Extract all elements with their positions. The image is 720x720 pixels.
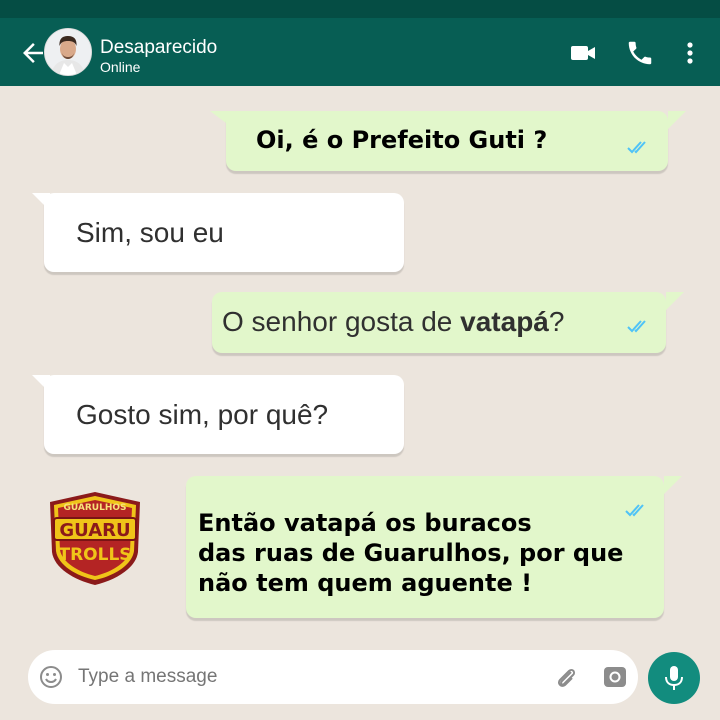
logo-bottom-text: TROLLS <box>58 545 131 565</box>
double-check-read-icon <box>627 320 646 333</box>
double-check-read-icon <box>627 141 646 154</box>
message-text-part: O senhor gosta de <box>222 306 461 337</box>
message-text: Então vatapá os buracos das ruas de Guar… <box>198 508 623 598</box>
avatar[interactable] <box>44 28 92 76</box>
message-text: Gosto sim, por quê? <box>76 399 329 430</box>
message-bubble-incoming[interactable]: Gosto sim, por quê? <box>44 375 404 454</box>
message-line: não tem quem aguente ! <box>198 569 533 597</box>
camera-icon[interactable] <box>602 664 628 690</box>
phone-icon[interactable] <box>625 38 655 68</box>
logo-middle-text: GUARU <box>59 520 130 541</box>
bubble-tail <box>664 476 682 494</box>
message-input[interactable] <box>78 666 478 688</box>
more-options-icon[interactable] <box>675 38 705 68</box>
chat-header: Desaparecido Online <box>0 18 720 86</box>
message-text-bold: vatapá <box>460 306 549 337</box>
voice-message-button[interactable] <box>648 652 700 704</box>
status-bar <box>0 0 720 18</box>
double-check-read-icon <box>625 504 644 517</box>
bubble-tail <box>666 292 684 310</box>
message-bubble-outgoing[interactable]: O senhor gosta de vatapá? <box>212 292 666 353</box>
message-bubble-outgoing[interactable]: Então vatapá os buracos das ruas de Guar… <box>186 476 664 618</box>
video-call-icon[interactable] <box>568 38 598 68</box>
message-text: Sim, sou eu <box>76 217 224 248</box>
message-text: Oi, é o Prefeito Guti ? <box>256 126 548 154</box>
attachment-icon[interactable] <box>552 664 580 692</box>
contact-status: Online <box>100 59 141 75</box>
message-bubble-incoming[interactable]: Sim, sou eu <box>44 193 404 272</box>
contact-name[interactable]: Desaparecido <box>100 37 217 59</box>
logo-top-text: GUARULHOS <box>63 503 126 513</box>
message-text: O senhor gosta de vatapá? <box>222 306 564 338</box>
guaru-trolls-logo: GUARULHOS GUARU TROLLS <box>50 492 140 585</box>
message-line: Então vatapá os buracos <box>198 509 532 537</box>
message-composer <box>28 650 638 704</box>
message-line: das ruas de Guarulhos, por que <box>198 539 624 567</box>
emoji-icon[interactable] <box>38 664 64 690</box>
message-text-part: ? <box>548 306 565 337</box>
microphone-icon <box>665 666 683 690</box>
bubble-tail <box>668 111 686 129</box>
message-bubble-outgoing[interactable]: Oi, é o Prefeito Guti ? <box>226 111 668 171</box>
